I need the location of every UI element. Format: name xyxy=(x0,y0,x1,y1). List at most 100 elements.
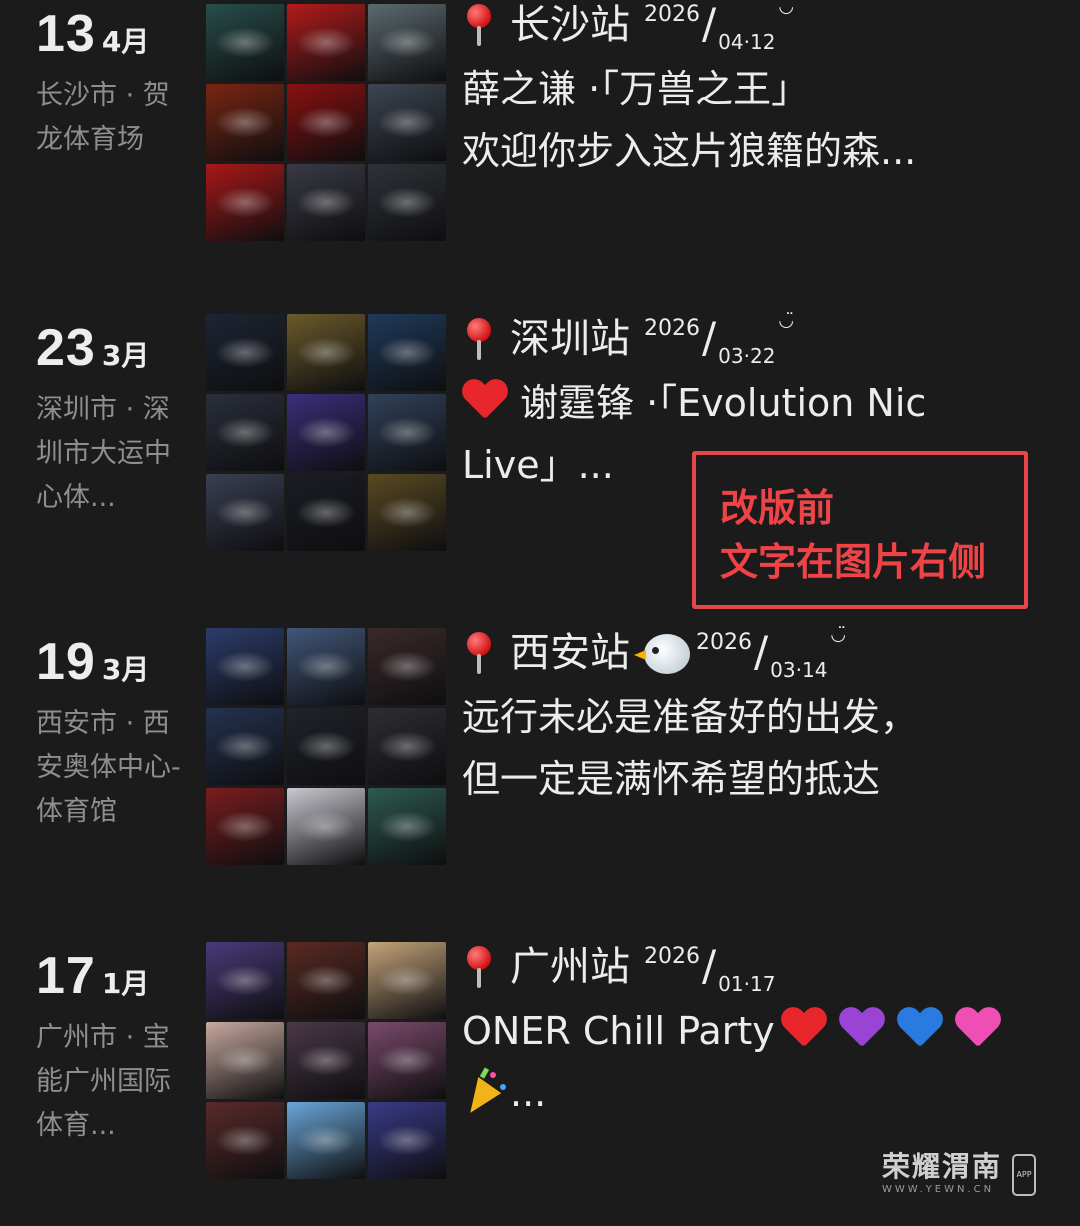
photo-thumbnail[interactable] xyxy=(368,314,446,391)
app-badge-text: APP xyxy=(1016,1170,1032,1179)
date-month: 3月 xyxy=(101,653,150,686)
photo-thumbnail[interactable] xyxy=(287,628,365,705)
date-day: 17 xyxy=(36,947,96,1005)
date-year: 2026 xyxy=(696,630,752,655)
date-monthday: 01·17 xyxy=(718,972,776,996)
entry-headline: 广州站 2026 / 01·17 xyxy=(462,942,1062,1000)
pin-icon xyxy=(462,630,496,676)
photo-thumbnail[interactable] xyxy=(206,4,284,81)
photo-thumbnail[interactable] xyxy=(368,164,446,241)
photo-thumbnail[interactable] xyxy=(206,628,284,705)
timeline-page: 13 4月 长沙市 · 贺龙体育场 长沙站 2026 / 04·12 ◡̈ 薛之谦… xyxy=(0,0,1080,1226)
entry-meta: 西安站 2026 / 03·14 ◡̈ 远行未必是准备好的出发， 但一定是满怀希… xyxy=(462,624,1062,810)
date-year: 2026 xyxy=(644,944,700,969)
venue-text: 长沙市 · 贺龙体育场 xyxy=(36,80,170,155)
photo-grid[interactable] xyxy=(206,628,446,866)
date-year: 2026 xyxy=(644,316,700,341)
photo-thumbnail[interactable] xyxy=(368,1102,446,1179)
caption-line-1: 薛之谦 ·「万兽之王」 xyxy=(462,67,810,111)
photo-thumbnail[interactable] xyxy=(368,474,446,551)
photo-thumbnail[interactable] xyxy=(368,1022,446,1099)
smile-icon: ◡̈ xyxy=(778,310,795,331)
party-popper-icon xyxy=(458,1067,510,1121)
station-name: 长沙站 xyxy=(510,2,630,48)
photo-thumbnail[interactable] xyxy=(368,628,446,705)
photo-thumbnail[interactable] xyxy=(206,474,284,551)
entry-headline: 长沙站 2026 / 04·12 ◡̈ xyxy=(462,0,1062,58)
photo-thumbnail[interactable] xyxy=(287,788,365,865)
date-day: 23 xyxy=(36,319,96,377)
photo-thumbnail[interactable] xyxy=(206,314,284,391)
photo-thumbnail[interactable] xyxy=(287,314,365,391)
photo-thumbnail[interactable] xyxy=(206,1022,284,1099)
pin-icon xyxy=(462,2,496,48)
entry-date: 17 1月 xyxy=(36,946,149,1006)
photo-thumbnail[interactable] xyxy=(368,394,446,471)
date-monthday: 03·14 xyxy=(770,658,828,682)
date-month: 1月 xyxy=(101,967,150,1000)
photo-thumbnail[interactable] xyxy=(287,708,365,785)
blue-heart-icon xyxy=(897,1006,943,1050)
bird-emoji-icon xyxy=(634,634,690,674)
entry-meta: 广州站 2026 / 01·17 ONER Chill Party ... xyxy=(458,942,1062,1124)
photo-thumbnail[interactable] xyxy=(287,164,365,241)
photo-thumbnail[interactable] xyxy=(287,942,365,1019)
photo-thumbnail[interactable] xyxy=(287,1022,365,1099)
concert-entry-xian[interactable]: 19 3月 西安市 · 西安奥体中心-体育馆 西安站 2026 / 03·14 ◡… xyxy=(0,624,1080,882)
photo-grid[interactable] xyxy=(206,314,446,552)
caption-line-2: 但一定是满怀希望的抵达 xyxy=(462,757,881,801)
photo-thumbnail[interactable] xyxy=(368,4,446,81)
date-monthday: 04·12 xyxy=(718,30,776,54)
photo-thumbnail[interactable] xyxy=(206,1102,284,1179)
date-year: 2026 xyxy=(644,2,700,27)
watermark-logo: 荣耀渭南 WWW.YEWN.CN APP xyxy=(882,1150,1052,1202)
caption-line-1: 远行未必是准备好的出发， xyxy=(462,695,919,739)
venue-text: 广州市 · 宝能广州国际体育... xyxy=(36,1022,171,1141)
photo-thumbnail[interactable] xyxy=(368,788,446,865)
photo-thumbnail[interactable] xyxy=(206,788,284,865)
smile-icon: ◡̈ xyxy=(778,0,795,17)
station-name: 西安站 xyxy=(510,630,630,676)
station-name: 深圳站 xyxy=(510,316,630,362)
entry-headline: 深圳站 2026 / 03·22 ◡̈ xyxy=(462,310,1062,372)
photo-thumbnail[interactable] xyxy=(206,708,284,785)
date-monthday: 03·22 xyxy=(718,344,776,368)
photo-thumbnail[interactable] xyxy=(287,474,365,551)
date-month: 3月 xyxy=(101,339,150,372)
concert-entry-changsha[interactable]: 13 4月 长沙市 · 贺龙体育场 长沙站 2026 / 04·12 ◡̈ 薛之谦… xyxy=(0,0,1080,254)
photo-thumbnail[interactable] xyxy=(368,942,446,1019)
photo-grid[interactable] xyxy=(206,4,446,242)
date-day: 19 xyxy=(36,633,96,691)
date-day: 13 xyxy=(36,5,96,63)
annotation-line-2: 文字在图片右侧 xyxy=(720,540,987,584)
photo-thumbnail[interactable] xyxy=(287,1102,365,1179)
purple-heart-icon xyxy=(839,1006,885,1050)
date-slash: / xyxy=(702,313,717,362)
red-heart-icon xyxy=(781,1006,827,1050)
smile-icon: ◡̈ xyxy=(830,624,847,645)
photo-thumbnail[interactable] xyxy=(206,942,284,1019)
photo-thumbnail[interactable] xyxy=(287,4,365,81)
caption-text: ONER Chill Party xyxy=(462,1009,775,1053)
photo-thumbnail[interactable] xyxy=(287,84,365,161)
photo-thumbnail[interactable] xyxy=(287,394,365,471)
venue-text: 西安市 · 西安奥体中心-体育馆 xyxy=(36,708,181,827)
photo-grid[interactable] xyxy=(206,942,446,1180)
caption-line-2: 欢迎你步入这片狼籍的森... xyxy=(462,129,917,173)
phone-app-icon: APP xyxy=(1012,1154,1036,1196)
venue-text: 深圳市 · 深圳市大运中心体... xyxy=(36,394,171,513)
caption-line-2: ... xyxy=(458,1062,1062,1124)
photo-thumbnail[interactable] xyxy=(368,708,446,785)
photo-thumbnail[interactable] xyxy=(206,164,284,241)
entry-headline: 西安站 2026 / 03·14 ◡̈ xyxy=(462,624,1062,686)
annotation-line-1: 改版前 xyxy=(720,486,835,530)
pin-icon xyxy=(462,944,496,990)
photo-thumbnail[interactable] xyxy=(368,84,446,161)
date-slash: / xyxy=(702,0,717,48)
photo-thumbnail[interactable] xyxy=(206,84,284,161)
red-heart-icon xyxy=(462,378,508,422)
caption-ellipsis: ... xyxy=(510,1071,547,1115)
date-slash: / xyxy=(754,627,769,676)
entry-meta: 长沙站 2026 / 04·12 ◡̈ 薛之谦 ·「万兽之王」 欢迎你步入这片狼… xyxy=(462,0,1062,182)
photo-thumbnail[interactable] xyxy=(206,394,284,471)
